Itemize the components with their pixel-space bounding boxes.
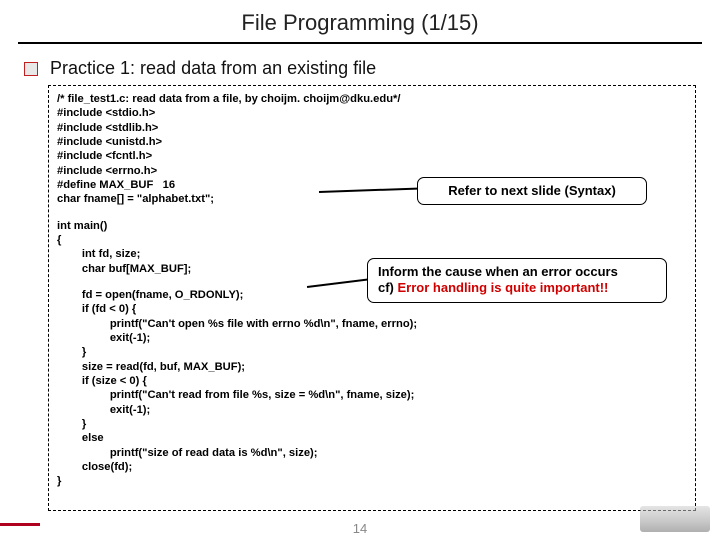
callout-error-red: Error handling is quite important!! [398,280,609,295]
code-line: } [57,474,687,488]
code-line: exit(-1); [57,331,687,345]
code-line: if (size < 0) { [57,374,687,388]
code-line: #include <stdlib.h> [57,121,687,135]
subtitle: Practice 1: read data from an existing f… [50,58,376,79]
page-number: 14 [353,521,367,536]
code-line: #include <fcntl.h> [57,149,687,163]
code-line: } [57,417,687,431]
code-line: #include <unistd.h> [57,135,687,149]
footer-logo [640,506,710,532]
code-line: printf("Can't read from file %s, size = … [57,388,687,402]
content-area: Practice 1: read data from an existing f… [0,52,720,511]
callout-error-prefix: cf) [378,280,398,295]
code-line: printf("size of read data is %d\n", size… [57,446,687,460]
code-box: Refer to next slide (Syntax) Inform the … [48,85,696,511]
code-line: /* file_test1.c: read data from a file, … [57,92,687,106]
callout-syntax-text: Refer to next slide (Syntax) [448,183,616,198]
code-line: int main() [57,219,687,233]
code-line: close(fd); [57,460,687,474]
callout-error: Inform the cause when an error occurs cf… [367,258,667,303]
code-line: exit(-1); [57,403,687,417]
code-line: #include <errno.h> [57,164,687,178]
callout-error-line2: cf) Error handling is quite important!! [378,280,656,296]
code-line: if (fd < 0) { [57,302,687,316]
code-line: size = read(fd, buf, MAX_BUF); [57,360,687,374]
code-line: printf("Can't open %s file with errno %d… [57,317,687,331]
code-line: else [57,431,687,445]
callout-syntax: Refer to next slide (Syntax) [417,177,647,205]
bullet-square-icon [24,62,38,76]
slide-title: File Programming (1/15) [0,0,720,42]
code-line: #include <stdio.h> [57,106,687,120]
title-underline [18,42,702,44]
accent-bar [0,523,40,526]
code-line [57,207,687,219]
code-line: } [57,345,687,359]
bullet-row: Practice 1: read data from an existing f… [24,58,696,79]
code-line: { [57,233,687,247]
callout-error-line1: Inform the cause when an error occurs [378,264,656,280]
